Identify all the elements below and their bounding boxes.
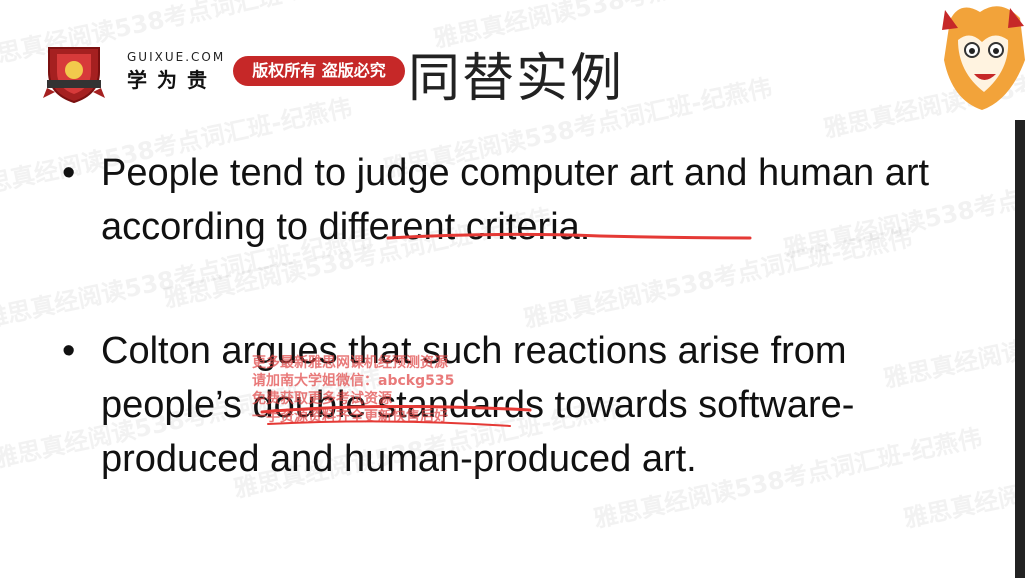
bullet-text: Colton argues that such reactions arise … [101, 324, 942, 486]
slide-header: GUIXUE.COM 学为贵 版权所有 盗版必究 同替实例 [0, 0, 1025, 130]
bullet-item: • People tend to judge computer art and … [62, 146, 942, 254]
brand-name: 学为贵 [127, 68, 217, 92]
crest-logo-icon [43, 42, 105, 104]
copyright-badge: 版权所有 盗版必究 [233, 56, 405, 86]
brand-domain: GUIXUE.COM [127, 50, 226, 64]
bullet-marker: • [62, 152, 76, 194]
underlined-phrase: different criteria. [318, 206, 591, 248]
window-edge [1015, 120, 1025, 578]
bullet-marker: • [62, 330, 76, 372]
bullet-item: • Colton argues that such reactions aris… [62, 324, 942, 486]
underlined-phrase: double standard [252, 384, 525, 426]
slide-title: 同替实例 [408, 49, 625, 109]
fox-mascot-icon [940, 0, 1025, 120]
bullet-text: People tend to judge computer art and hu… [101, 146, 942, 254]
